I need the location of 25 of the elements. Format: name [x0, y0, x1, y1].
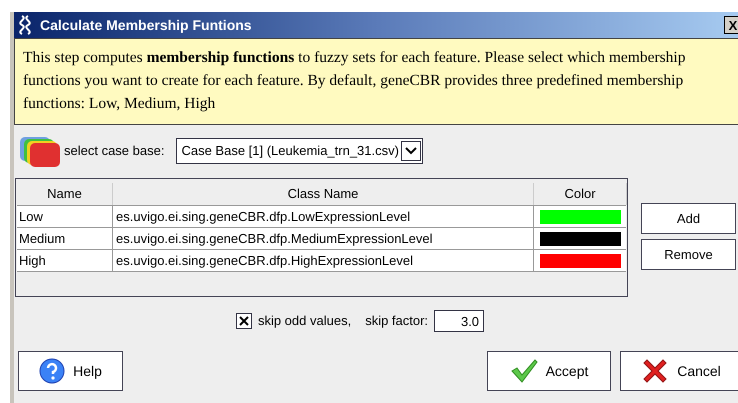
accept-button[interactable]: Accept: [487, 351, 611, 391]
skip-factor-field[interactable]: 3.0: [434, 310, 484, 332]
skip-factor-label: skip factor:: [365, 312, 428, 330]
check-x-icon: [238, 316, 249, 326]
color-swatch[interactable]: [540, 210, 621, 224]
checkmark-icon: [510, 359, 538, 383]
skip-checkbox[interactable]: [236, 313, 252, 329]
case-base-label: select case base:: [64, 142, 164, 160]
app-icon: [18, 15, 32, 35]
info-text: This step computes membership functions to fuzzy sets for each feature. Please select which membership functions you want to create for each feature. By default, geneCBR provides three predefined membership functions: Low, Medium, High: [23, 48, 686, 114]
cross-icon: [641, 357, 670, 385]
color-swatch[interactable]: [540, 254, 621, 268]
table-cell: es.uvigo.ei.sing.geneCBR.dfp.HighExpressionLevel: [113, 250, 534, 271]
help-button[interactable]: Help: [18, 351, 123, 391]
skip-label: skip odd values,: [258, 312, 352, 330]
help-icon: [39, 358, 66, 384]
case-base-select[interactable]: Case Base [1] (Leukemia_trn_31.csv): [176, 138, 423, 164]
cancel-button[interactable]: Cancel: [620, 351, 738, 391]
dropdown-icon: [400, 141, 421, 161]
remove-button[interactable]: Remove: [641, 239, 736, 270]
color-swatch[interactable]: [540, 232, 621, 246]
add-button[interactable]: Add: [641, 203, 736, 234]
close-button[interactable]: X: [724, 16, 738, 34]
table-cell: High: [17, 250, 113, 271]
window-title: Calculate Membership Funtions: [40, 16, 252, 35]
